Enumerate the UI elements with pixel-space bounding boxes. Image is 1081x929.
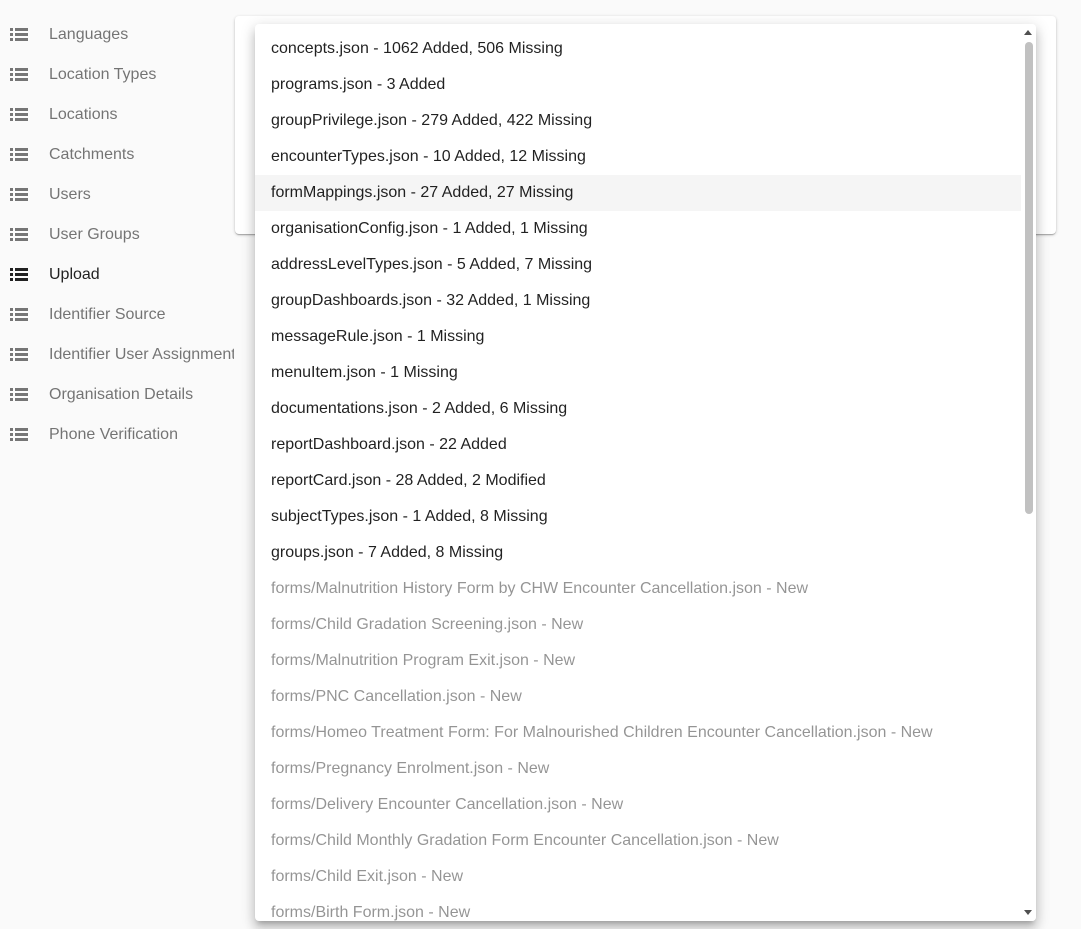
scroll-down-arrow-icon[interactable]	[1024, 910, 1032, 915]
sidebar-item-label: Identifier User Assignment	[49, 346, 234, 363]
list-icon	[10, 28, 28, 41]
list-icon	[10, 268, 28, 281]
file-option[interactable]: documentations.json - 2 Added, 6 Missing	[255, 391, 1021, 427]
sidebar-item-locations[interactable]: Locations	[0, 95, 234, 135]
file-option[interactable]: forms/Homeo Treatment Form: For Malnouri…	[255, 715, 1021, 751]
sidebar-item-catchments[interactable]: Catchments	[0, 135, 234, 175]
file-option[interactable]: forms/Pregnancy Enrolment.json - New	[255, 751, 1021, 787]
file-option[interactable]: forms/Child Monthly Gradation Form Encou…	[255, 823, 1021, 859]
sidebar-item-label: Identifier Source	[49, 306, 166, 323]
sidebar-item-label: Locations	[49, 106, 118, 123]
file-option[interactable]: programs.json - 3 Added	[255, 67, 1021, 103]
list-icon	[10, 148, 28, 161]
file-select-options: concepts.json - 1062 Added, 506 Missing p…	[255, 31, 1021, 921]
file-option[interactable]: encounterTypes.json - 10 Added, 12 Missi…	[255, 139, 1021, 175]
sidebar-nav: Languages Location Types Locations Catchmen…	[0, 0, 234, 929]
sidebar-item-location-types[interactable]: Location Types	[0, 55, 234, 95]
sidebar-item-identifier-user-assignment[interactable]: Identifier User Assignment	[0, 335, 234, 375]
sidebar-item-label: Location Types	[49, 66, 157, 83]
dropdown-scrollbar[interactable]	[1021, 24, 1036, 921]
sidebar-item-label: Languages	[49, 26, 129, 43]
file-option[interactable]: groups.json - 7 Added, 8 Missing	[255, 535, 1021, 571]
file-option[interactable]: forms/Delivery Encounter Cancellation.js…	[255, 787, 1021, 823]
sidebar-item-phone-verification[interactable]: Phone Verification	[0, 415, 234, 455]
scroll-up-arrow-icon[interactable]	[1024, 30, 1032, 35]
list-icon	[10, 68, 28, 81]
file-option[interactable]: menuItem.json - 1 Missing	[255, 355, 1021, 391]
list-icon	[10, 308, 28, 321]
file-option[interactable]: addressLevelTypes.json - 5 Added, 7 Miss…	[255, 247, 1021, 283]
sidebar-item-label: Upload	[49, 266, 100, 283]
file-option[interactable]: forms/Birth Form.json - New	[255, 895, 1021, 921]
file-option[interactable]: forms/Malnutrition History Form by CHW E…	[255, 571, 1021, 607]
file-option[interactable]: forms/PNC Cancellation.json - New	[255, 679, 1021, 715]
file-option[interactable]: formMappings.json - 27 Added, 27 Missing	[255, 175, 1021, 211]
sidebar-item-label: Phone Verification	[49, 426, 178, 443]
sidebar-item-user-groups[interactable]: User Groups	[0, 215, 234, 255]
file-option[interactable]: reportDashboard.json - 22 Added	[255, 427, 1021, 463]
scrollbar-thumb[interactable]	[1025, 42, 1033, 514]
file-option[interactable]: subjectTypes.json - 1 Added, 8 Missing	[255, 499, 1021, 535]
sidebar-item-label: User Groups	[49, 226, 140, 243]
file-select-dropdown-menu[interactable]: concepts.json - 1062 Added, 506 Missing p…	[255, 24, 1036, 921]
file-option[interactable]: organisationConfig.json - 1 Added, 1 Mis…	[255, 211, 1021, 247]
list-icon	[10, 228, 28, 241]
file-option[interactable]: forms/Malnutrition Program Exit.json - N…	[255, 643, 1021, 679]
sidebar-item-upload[interactable]: Upload	[0, 255, 234, 295]
sidebar-item-label: Organisation Details	[49, 386, 194, 403]
file-option[interactable]: forms/Child Exit.json - New	[255, 859, 1021, 895]
list-icon	[10, 188, 28, 201]
sidebar-item-organisation-details[interactable]: Organisation Details	[0, 375, 234, 415]
file-option[interactable]: forms/Child Gradation Screening.json - N…	[255, 607, 1021, 643]
sidebar-item-label: Users	[49, 186, 91, 203]
sidebar-item-languages[interactable]: Languages	[0, 15, 234, 55]
file-option[interactable]: groupPrivilege.json - 279 Added, 422 Mis…	[255, 103, 1021, 139]
list-icon	[10, 388, 28, 401]
sidebar-item-users[interactable]: Users	[0, 175, 234, 215]
sidebar-item-identifier-source[interactable]: Identifier Source	[0, 295, 234, 335]
sidebar-item-label: Catchments	[49, 146, 135, 163]
list-icon	[10, 428, 28, 441]
list-icon	[10, 108, 28, 121]
list-icon	[10, 348, 28, 361]
file-option[interactable]: concepts.json - 1062 Added, 506 Missing	[255, 31, 1021, 67]
file-option[interactable]: groupDashboards.json - 32 Added, 1 Missi…	[255, 283, 1021, 319]
file-option[interactable]: reportCard.json - 28 Added, 2 Modified	[255, 463, 1021, 499]
file-option[interactable]: messageRule.json - 1 Missing	[255, 319, 1021, 355]
